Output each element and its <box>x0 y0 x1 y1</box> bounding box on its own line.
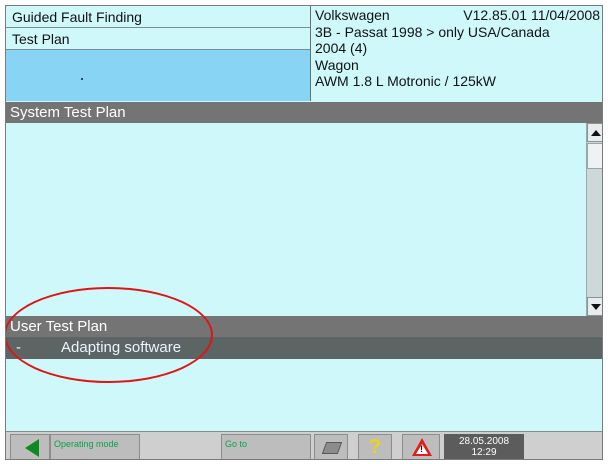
vehicle-year: 2004 (4) <box>315 40 368 56</box>
user-test-plan-list[interactable] <box>6 359 602 431</box>
system-test-plan-header: System Test Plan <box>6 102 602 123</box>
list-item-bullet: - <box>16 339 21 356</box>
back-arrow-icon <box>25 439 39 457</box>
system-test-plan-list[interactable] <box>6 123 585 316</box>
vehicle-body: Wagon <box>315 56 359 73</box>
help-question-icon: ? <box>368 436 382 458</box>
go-to-label: Go to <box>225 439 248 449</box>
user-test-plan-item[interactable]: - Adapting software <box>6 337 602 359</box>
print-button[interactable] <box>314 434 348 459</box>
go-to-button[interactable]: Go to <box>221 434 311 459</box>
operating-mode-button[interactable]: Operating mode <box>50 434 140 459</box>
vehicle-model: 3B - Passat 1998 > only USA/Canada <box>315 23 550 40</box>
list-item-label: Adapting software <box>61 339 182 356</box>
vehicle-make: Volkswagen <box>315 7 390 23</box>
back-button[interactable] <box>10 434 50 459</box>
warning-button[interactable]: ! <box>402 434 440 459</box>
dot-marker <box>81 78 83 80</box>
scroll-up-arrow-icon[interactable] <box>587 123 602 142</box>
vehicle-engine: AWM 1.8 L Motronic / 125kW <box>315 73 497 89</box>
diagnostic-window: Guided Fault Finding Test Plan Volkswage… <box>5 5 603 460</box>
vehicle-info: Volkswagen V12.85.01 11/04/2008 3B - Pas… <box>311 6 602 101</box>
user-test-plan-header: User Test Plan <box>6 316 602 337</box>
help-button[interactable]: ? <box>358 434 392 459</box>
scroll-down-arrow-icon[interactable] <box>587 297 602 316</box>
operating-mode-label: Operating mode <box>54 439 119 449</box>
date-text: 28.05.2008 <box>458 436 510 447</box>
system-test-plan-scrollbar[interactable] <box>586 123 602 316</box>
header-left-panel: Guided Fault Finding Test Plan <box>6 6 311 101</box>
bottom-toolbar: Operating mode Go to ? ! 28.05.2008 12:2… <box>6 431 602 459</box>
mode-title[interactable]: Test Plan <box>6 28 310 50</box>
printer-icon <box>321 442 343 454</box>
module-title[interactable]: Guided Fault Finding <box>6 6 310 28</box>
header-info-panel <box>6 50 310 101</box>
date-time-display: 28.05.2008 12:29 <box>444 434 524 459</box>
scrollbar-thumb[interactable] <box>587 143 602 169</box>
time-text: 12:29 <box>471 447 497 458</box>
software-version: V12.85.01 11/04/2008 <box>463 7 600 23</box>
